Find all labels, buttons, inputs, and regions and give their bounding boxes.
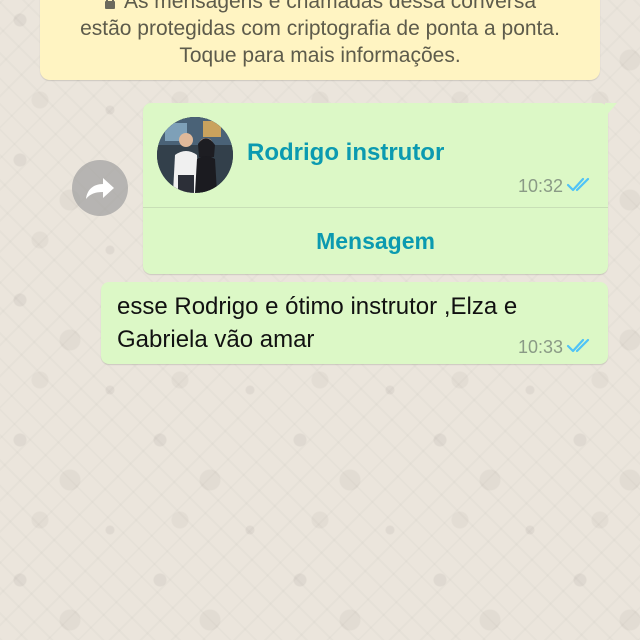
avatar-photo [157,117,233,193]
forward-icon [86,178,114,199]
forward-button[interactable] [72,160,128,216]
outgoing-text-message[interactable]: esse Rodrigo e ótimo instrutor ,Elza e G… [101,282,608,364]
message-contact-button[interactable]: Mensagem [143,208,608,274]
contact-avatar[interactable] [157,117,233,193]
encryption-notice-line-2: estão protegidas com criptografia de pon… [80,17,560,40]
encryption-notice-line-1: As mensagens e chamadas dessa conversa [40,0,600,15]
encryption-notice[interactable]: As mensagens e chamadas dessa conversa e… [40,0,600,80]
message-timestamp: 10:32 [517,176,563,196]
double-check-icon [566,177,590,192]
lock-icon [104,0,115,9]
encryption-notice-text-1: As mensagens e chamadas dessa conversa [123,0,537,13]
bubble-tail [605,103,617,117]
contact-card-message[interactable]: Rodrigo instrutor 10:32 Mensagem [143,103,617,274]
encryption-notice-line-3: Toque para mais informações. [179,44,461,67]
double-check-icon [566,338,590,353]
contact-name[interactable]: Rodrigo instrutor [247,139,444,167]
message-timestamp: 10:33 [517,337,563,357]
